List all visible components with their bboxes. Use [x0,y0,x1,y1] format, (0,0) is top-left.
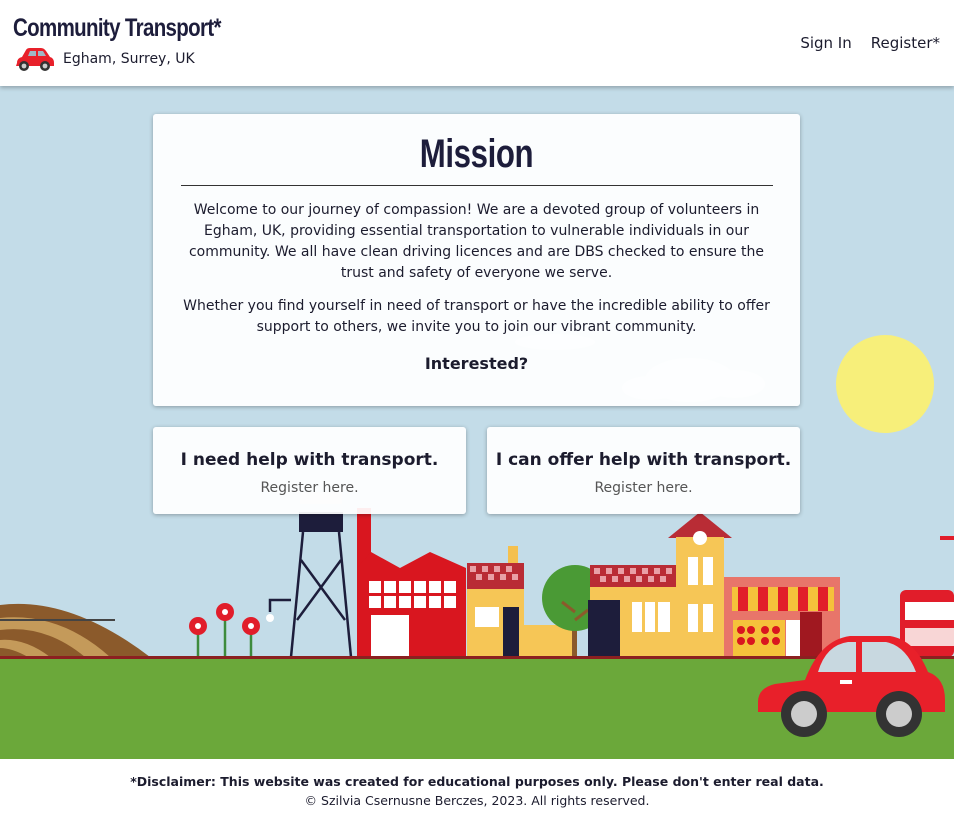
need-help-register-link[interactable]: Register here. [153,480,466,496]
register-link[interactable]: Register* [871,34,940,52]
brand-location: Egham, Surrey, UK [13,46,195,72]
location-text: Egham, Surrey, UK [63,51,195,67]
site-footer: *Disclaimer: This website was created fo… [0,759,954,824]
copyright-text: © Szilvia Csernusne Berczes, 2023. All r… [304,793,650,808]
mission-card: Mission Welcome to our journey of compas… [153,114,800,406]
mission-paragraph-1: Welcome to our journey of compassion! We… [188,202,765,281]
sun-shape [836,335,934,433]
top-nav: Sign In Register* [800,34,940,52]
mission-heading: Mission [419,132,534,176]
interested-prompt: Interested? [424,354,529,373]
offer-help-card[interactable]: I can offer help with transport. Registe… [487,427,800,514]
sign-in-link[interactable]: Sign In [800,34,851,52]
need-help-card[interactable]: I need help with transport. Register her… [153,427,466,514]
offer-help-register-link[interactable]: Register here. [487,480,800,496]
car-logo-icon [16,48,54,71]
offer-help-title: I can offer help with transport. [495,450,792,470]
mission-paragraph-2: Whether you find yourself in need of tra… [183,298,770,335]
site-header: Community Transport* Egham, Surrey, UK S… [0,0,954,86]
disclaimer-text: *Disclaimer: This website was created fo… [130,774,824,789]
need-help-title: I need help with transport. [180,450,439,470]
site-title[interactable]: Community Transport* [13,14,222,43]
mission-divider [180,185,773,186]
